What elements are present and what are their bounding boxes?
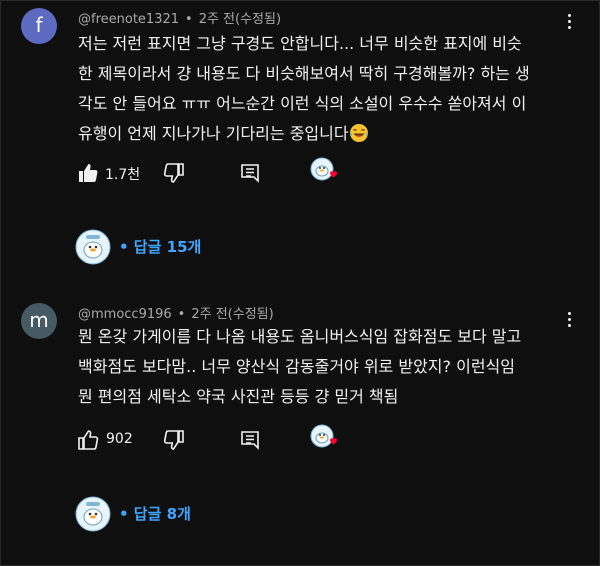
comment-1: f @freenote1321 • 2주 전(수정됨) 저는 저런 표지면 그냥 구… (1, 1, 600, 281)
channel-avatar-icon (75, 496, 111, 532)
replies-label: • 답글 8개 (119, 505, 191, 523)
like-count: 902 (106, 431, 133, 447)
comment-actions: 902 (76, 424, 376, 454)
reply-icon[interactable] (238, 428, 262, 452)
comment-header: @mmocc9196 • 2주 전(수정됨) (78, 303, 274, 322)
view-replies-button[interactable]: • 답글 8개 (75, 496, 235, 532)
comment-text: 뭔 온갖 가게이름 다 나옴 내용도 옴니버스식임 잡화점도 보다 말고 백화점… (78, 327, 522, 406)
like-count: 1.7천 (105, 167, 141, 183)
separator-dot: • (185, 12, 193, 27)
replies-label: • 답글 15개 (119, 238, 202, 256)
view-replies-button[interactable]: • 답글 15개 (75, 229, 235, 265)
laughing-with-tears-emoji (349, 124, 368, 142)
username[interactable]: @freenote1321 (78, 12, 179, 27)
user-avatar[interactable]: f (21, 8, 57, 44)
thumbs-down-icon[interactable] (162, 428, 186, 452)
creator-heart-icon (310, 424, 338, 452)
comment-actions: 1.7천 (76, 157, 376, 187)
user-avatar[interactable]: m (21, 303, 57, 339)
username[interactable]: @mmocc9196 (78, 307, 172, 322)
comment-text: 저는 저런 표지면 그냥 구경도 안합니다... 너무 비슷한 표지에 비슷 한… (78, 34, 530, 143)
thumbs-up-icon[interactable] (76, 428, 100, 452)
comment-header: @freenote1321 • 2주 전(수정됨) (78, 8, 281, 27)
thumbs-down-icon[interactable] (162, 161, 186, 185)
channel-avatar-icon (75, 229, 111, 265)
comment-2: m @mmocc9196 • 2주 전(수정됨) 뭔 온갖 가게이름 다 나옴 내용… (1, 296, 600, 556)
comment-time[interactable]: 2주 전(수정됨) (199, 12, 281, 27)
comment-time[interactable]: 2주 전(수정됨) (191, 307, 273, 322)
separator-dot: • (177, 307, 186, 322)
thumbs-up-filled-icon[interactable] (76, 161, 100, 185)
reply-icon[interactable] (238, 161, 262, 185)
creator-heart-icon (310, 157, 338, 185)
